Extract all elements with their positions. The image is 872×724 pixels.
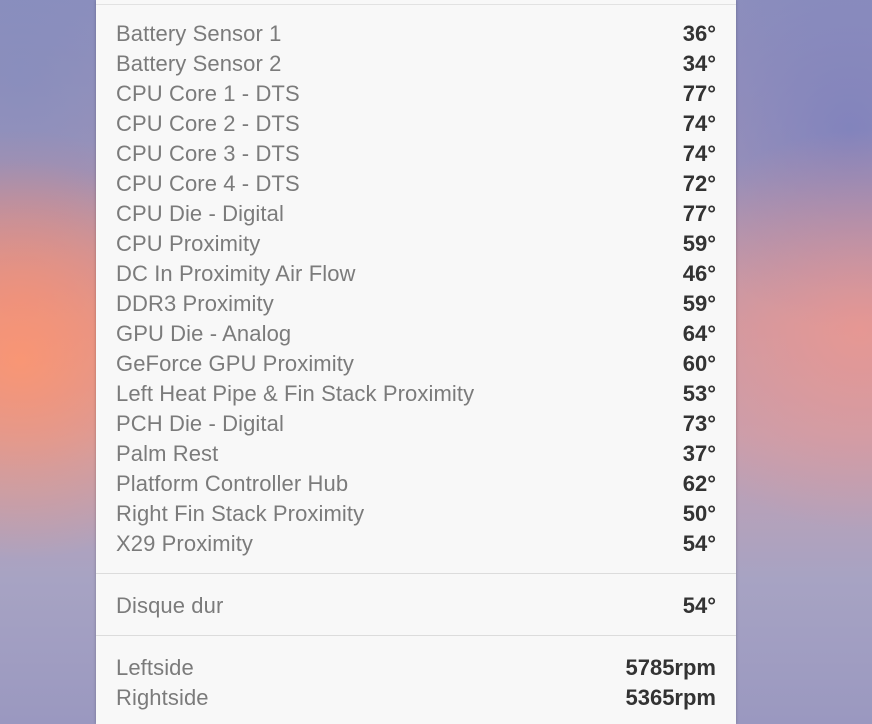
sensor-value: 64° [682,321,716,346]
sensor-value: 37° [682,441,716,466]
sensor-value: 59° [682,291,716,316]
temperature-section: Battery Sensor 1 36° Battery Sensor 2 34° … [116,19,716,559]
sensor-label: DC In Proximity Air Flow [116,261,356,286]
sensor-label: Platform Controller Hub [116,471,349,496]
sensor-row-cpu-core-4[interactable]: CPU Core 4 - DTS 72° [116,169,716,199]
sensor-label: GeForce GPU Proximity [116,351,355,376]
section-divider [96,573,736,574]
sensor-value: 62° [682,471,716,496]
sensor-value: 74° [682,141,716,166]
sensor-row-right-fin-stack[interactable]: Right Fin Stack Proximity 50° [116,499,716,529]
sensor-value: 36° [682,21,716,46]
sensor-row-gpu-die[interactable]: GPU Die - Analog 64° [116,319,716,349]
sensor-label: GPU Die - Analog [116,321,292,346]
sensor-label: Left Heat Pipe & Fin Stack Proximity [116,381,475,406]
sensor-label: X29 Proximity [116,531,254,556]
fan-label: Rightside [116,685,209,710]
sensor-label: Disque dur [116,593,224,618]
sensor-value: 77° [682,201,716,226]
fan-value: 5785rpm [625,655,716,680]
top-divider [96,4,736,5]
sensor-value: 54° [682,593,716,618]
sensor-row-battery-sensor-1[interactable]: Battery Sensor 1 36° [116,19,716,49]
sensor-value: 34° [682,51,716,76]
sensor-row-cpu-core-3[interactable]: CPU Core 3 - DTS 74° [116,139,716,169]
sensor-value: 74° [682,111,716,136]
sensor-label: Battery Sensor 2 [116,51,282,76]
sensor-label: CPU Proximity [116,231,261,256]
sensor-value: 72° [682,171,716,196]
sensor-row-hard-disk[interactable]: Disque dur 54° [116,591,716,621]
fan-row-rightside[interactable]: Rightside 5365rpm [116,683,716,713]
drive-section: Disque dur 54° [116,591,716,621]
sensor-label: CPU Die - Digital [116,201,284,226]
sensor-row-pch-die[interactable]: PCH Die - Digital 73° [116,409,716,439]
sensor-label: Right Fin Stack Proximity [116,501,365,526]
sensor-value: 60° [682,351,716,376]
sensor-label: CPU Core 1 - DTS [116,81,300,106]
sensor-label: Battery Sensor 1 [116,21,282,46]
sensor-row-x29-proximity[interactable]: X29 Proximity 54° [116,529,716,559]
sensor-row-ddr3-proximity[interactable]: DDR3 Proximity 59° [116,289,716,319]
sensor-value: 46° [682,261,716,286]
fan-value: 5365rpm [625,685,716,710]
sensor-row-cpu-die[interactable]: CPU Die - Digital 77° [116,199,716,229]
sensor-value: 50° [682,501,716,526]
sensor-row-battery-sensor-2[interactable]: Battery Sensor 2 34° [116,49,716,79]
sensor-value: 54° [682,531,716,556]
sensor-value: 73° [682,411,716,436]
sensor-row-left-heat-pipe[interactable]: Left Heat Pipe & Fin Stack Proximity 53° [116,379,716,409]
section-divider [96,635,736,636]
sensor-menu-panel: Battery Sensor 1 36° Battery Sensor 2 34° … [96,0,736,724]
sensor-label: DDR3 Proximity [116,291,274,316]
sensor-label: PCH Die - Digital [116,411,284,436]
sensor-value: 77° [682,81,716,106]
fan-row-leftside[interactable]: Leftside 5785rpm [116,653,716,683]
sensor-row-cpu-proximity[interactable]: CPU Proximity 59° [116,229,716,259]
sensor-row-dc-in-proximity[interactable]: DC In Proximity Air Flow 46° [116,259,716,289]
fan-section: Leftside 5785rpm Rightside 5365rpm [116,653,716,713]
sensor-row-cpu-core-2[interactable]: CPU Core 2 - DTS 74° [116,109,716,139]
sensor-label: CPU Core 2 - DTS [116,111,300,136]
sensor-label: CPU Core 3 - DTS [116,141,300,166]
sensor-value: 53° [682,381,716,406]
sensor-row-geforce-gpu-proximity[interactable]: GeForce GPU Proximity 60° [116,349,716,379]
fan-label: Leftside [116,655,194,680]
sensor-label: CPU Core 4 - DTS [116,171,300,196]
sensor-value: 59° [682,231,716,256]
sensor-row-palm-rest[interactable]: Palm Rest 37° [116,439,716,469]
sensor-label: Palm Rest [116,441,219,466]
sensor-row-cpu-core-1[interactable]: CPU Core 1 - DTS 77° [116,79,716,109]
sensor-row-platform-controller-hub[interactable]: Platform Controller Hub 62° [116,469,716,499]
